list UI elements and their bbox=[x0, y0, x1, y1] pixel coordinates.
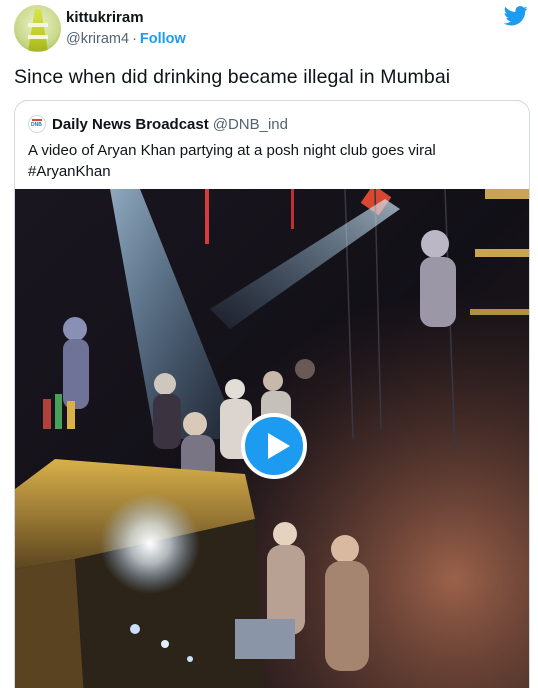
tweet-text: Since when did drinking became illegal i… bbox=[14, 66, 451, 88]
author-name[interactable]: kittukriram bbox=[66, 9, 144, 26]
play-button[interactable] bbox=[241, 413, 307, 479]
dnb-logo-text: DNB bbox=[31, 122, 42, 128]
twitter-bird-icon[interactable] bbox=[504, 6, 528, 26]
quoted-header: DNB Daily News Broadcast @DNB_ind bbox=[28, 115, 288, 133]
avatar[interactable] bbox=[14, 5, 61, 52]
author-meta: @kriram4 · Follow bbox=[66, 31, 186, 47]
author-handle[interactable]: @kriram4 bbox=[66, 31, 129, 47]
hashtag-link[interactable]: #AryanKhan bbox=[28, 161, 518, 182]
traffic-cone-icon bbox=[28, 9, 48, 51]
quoted-text: A video of Aryan Khan partying at a posh… bbox=[28, 140, 518, 182]
cone-stripe bbox=[28, 35, 48, 39]
quoted-text-line: A video of Aryan Khan partying at a posh… bbox=[28, 142, 436, 159]
follow-link[interactable]: Follow bbox=[140, 31, 186, 47]
cone-stripe bbox=[28, 23, 48, 27]
tweet-card: kittukriram @kriram4 · Follow Since when d… bbox=[0, 0, 538, 688]
video-player[interactable] bbox=[15, 189, 529, 688]
quoted-author-name[interactable]: Daily News Broadcast bbox=[52, 116, 209, 133]
separator: · bbox=[132, 31, 137, 47]
quoted-tweet[interactable]: DNB Daily News Broadcast @DNB_ind A video … bbox=[14, 100, 530, 688]
quoted-author-handle[interactable]: @DNB_ind bbox=[213, 116, 288, 133]
dnb-logo: DNB bbox=[28, 115, 46, 133]
